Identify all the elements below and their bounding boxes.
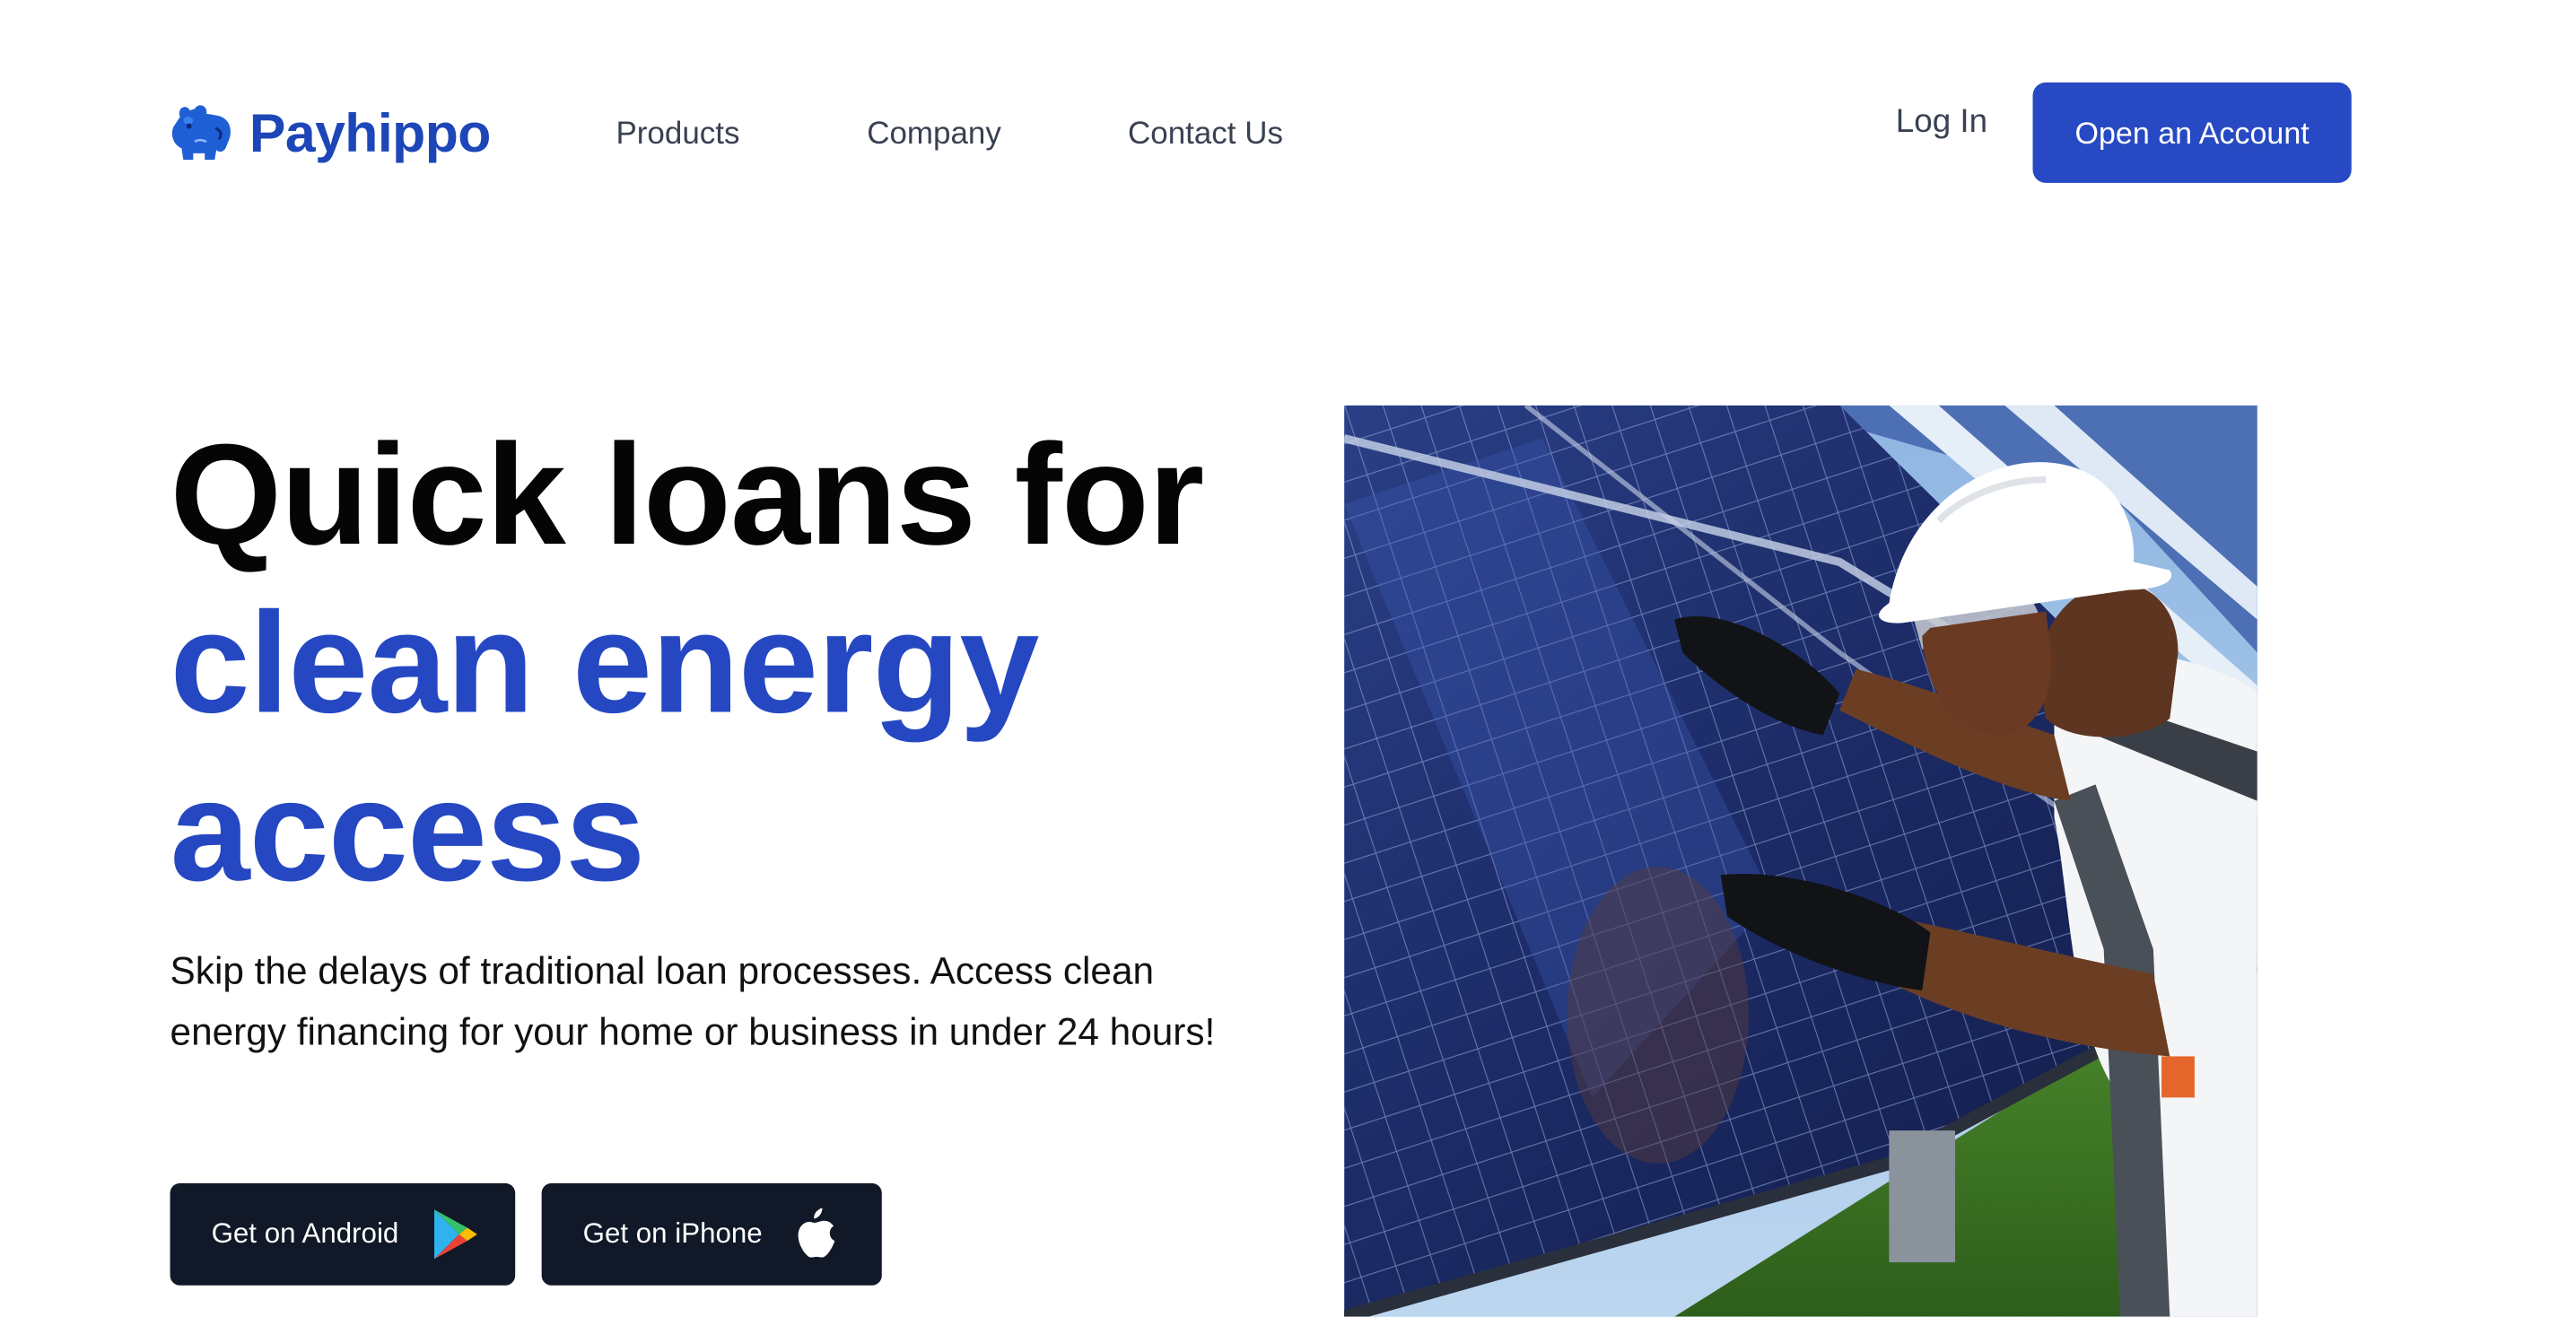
hero-illustration [1344,405,2257,1317]
hero-headline: Quick loans for clean energy access [170,412,1326,916]
apple-icon [798,1208,835,1258]
get-on-android-button[interactable]: Get on Android [170,1182,516,1286]
login-link[interactable]: Log In [1896,106,1987,139]
get-on-iphone-button[interactable]: Get on iPhone [541,1182,882,1286]
open-account-button[interactable]: Open an Account [2032,82,2352,183]
nav-products[interactable]: Products [616,118,739,150]
android-button-label: Get on Android [211,1217,399,1250]
google-play-icon [434,1209,477,1260]
hippo-logo-icon [171,105,231,161]
headline-line-2: clean energy [170,583,1040,744]
page: Payhippo Products Company Contact Us Log… [0,0,2576,1317]
nav-contact-us[interactable]: Contact Us [1128,118,1283,150]
nav-company[interactable]: Company [867,118,1001,150]
headline-line-1: Quick loans for [170,414,1205,576]
iphone-button-label: Get on iPhone [582,1217,763,1250]
brand-name: Payhippo [249,100,491,162]
hero-subcopy: Skip the delays of traditional loan proc… [170,949,1216,1053]
logo-link[interactable]: Payhippo [170,102,491,161]
headline-line-3: access [170,751,646,911]
solar-panel-worker-photo [1344,405,2257,1317]
